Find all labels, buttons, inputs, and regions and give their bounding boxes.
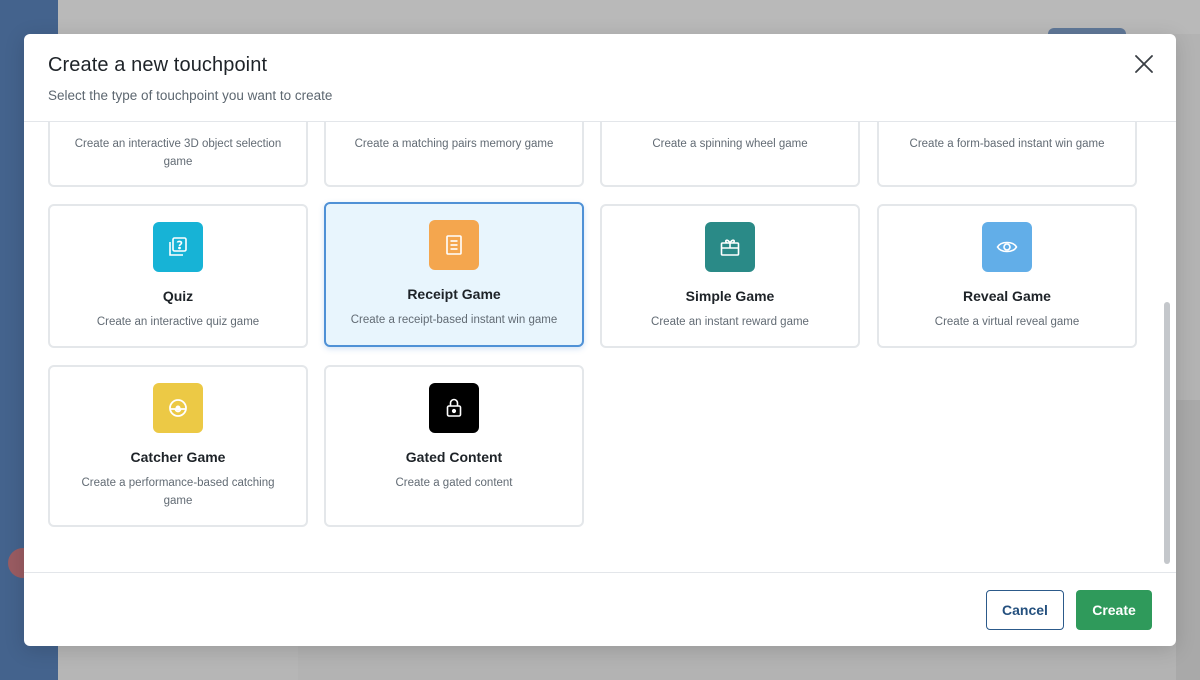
card-description: Create an interactive quiz game (96, 316, 260, 328)
card-reveal-game[interactable]: Reveal Game Create a virtual reveal game (877, 204, 1137, 348)
card-description: Create a spinning wheel game (652, 138, 808, 150)
gift-icon (705, 222, 755, 272)
card-description: Create an instant reward game (651, 316, 809, 328)
scrollbar[interactable] (1162, 122, 1172, 573)
card-title: Simple Game (685, 288, 775, 304)
close-button[interactable] (1132, 52, 1156, 76)
card-description: Create a virtual reveal game (934, 316, 1080, 328)
dialog-title: Create a new touchpoint (48, 54, 268, 76)
card-catcher-game[interactable]: Catcher Game Create a performance-based … (48, 365, 308, 527)
catcher-icon (153, 383, 203, 433)
scrollbar-thumb[interactable] (1164, 302, 1170, 564)
card-title: Gated Content (405, 449, 503, 465)
card-title: Quiz (162, 288, 194, 304)
create-button[interactable]: Create (1076, 590, 1152, 630)
card-description: Create an interactive 3D object selectio… (74, 138, 282, 168)
card-title: Receipt Game (407, 286, 501, 302)
card-memory-game[interactable]: Create a matching pairs memory game (324, 122, 584, 187)
eye-icon (982, 222, 1032, 272)
card-title: Catcher Game (130, 449, 226, 465)
touchpoint-type-list[interactable]: Create an interactive 3D object selectio… (24, 122, 1176, 573)
receipt-icon (429, 220, 479, 270)
dialog-footer: Cancel Create (24, 574, 1176, 646)
dialog-header: Create a new touchpoint Select the type … (24, 34, 1176, 122)
dialog-subtitle: Select the type of touchpoint you want t… (48, 88, 333, 103)
cancel-button[interactable]: Cancel (986, 590, 1064, 630)
card-simple-game[interactable]: Simple Game Create an instant reward gam… (600, 204, 860, 348)
card-description: Create a form-based instant win game (909, 138, 1105, 150)
lock-icon (429, 383, 479, 433)
card-gated-content[interactable]: Gated Content Create a gated content (324, 365, 584, 527)
close-icon (1135, 55, 1153, 73)
card-form-instant-win-game[interactable]: Create a form-based instant win game (877, 122, 1137, 187)
card-description: Create a matching pairs memory game (354, 138, 554, 150)
create-touchpoint-dialog: Create a new touchpoint Select the type … (24, 34, 1176, 646)
card-receipt-game[interactable]: Receipt Game Create a receipt-based inst… (324, 202, 584, 347)
card-3d-object-game[interactable]: Create an interactive 3D object selectio… (48, 122, 308, 187)
quiz-icon (153, 222, 203, 272)
card-quiz[interactable]: Quiz Create an interactive quiz game (48, 204, 308, 348)
card-description: Create a performance-based catching game (81, 477, 275, 507)
card-description: Create a gated content (395, 477, 513, 489)
card-spinning-wheel-game[interactable]: Create a spinning wheel game (600, 122, 860, 187)
card-description: Create a receipt-based instant win game (350, 314, 558, 326)
card-title: Reveal Game (963, 288, 1051, 304)
